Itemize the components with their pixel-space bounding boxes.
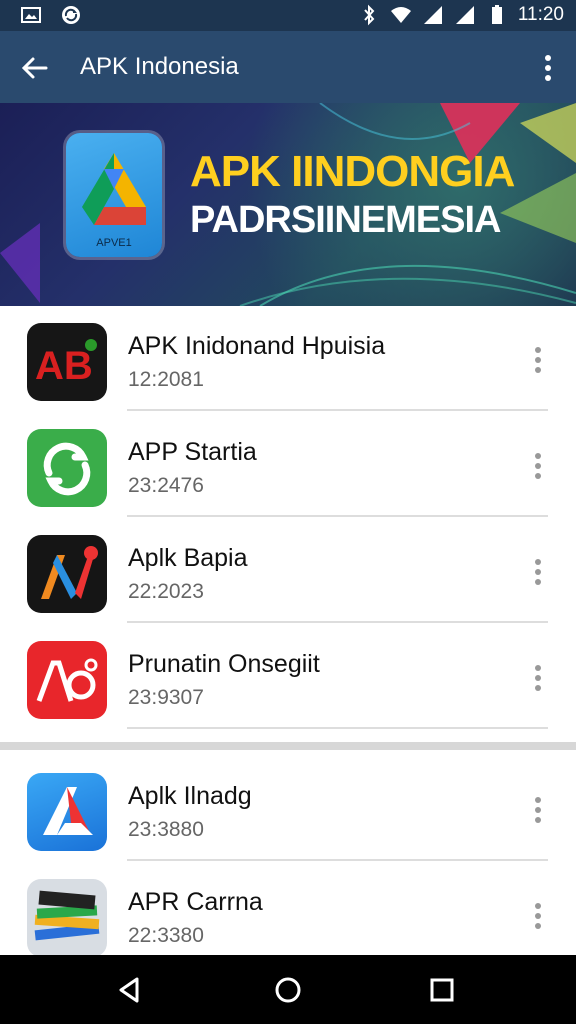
status-bar: 11:20 xyxy=(0,0,576,31)
list-item[interactable]: Prunatin Onsegiit 23:9307 xyxy=(0,624,576,729)
divider xyxy=(127,859,548,861)
bluetooth-icon xyxy=(364,4,375,26)
image-notification-icon xyxy=(21,7,41,23)
app-meta: 22:3380 xyxy=(128,924,204,947)
banner-headline: APK IINDONGIA xyxy=(190,147,515,196)
page-title: APK Indonesia xyxy=(80,53,239,80)
signal-2-icon xyxy=(455,6,474,24)
red-ao-icon xyxy=(27,641,107,719)
item-menu-icon[interactable] xyxy=(532,452,544,480)
ab-red-icon: AB xyxy=(27,323,107,401)
divider xyxy=(127,515,548,517)
sync-notification-icon xyxy=(62,6,80,24)
banner-app-icon: APVE1 xyxy=(66,133,162,257)
book-stack-icon xyxy=(27,879,107,957)
app-name: Aplk Bapia xyxy=(128,544,248,572)
clock: 11:20 xyxy=(517,4,564,25)
system-nav-bar xyxy=(0,955,576,1024)
list-item[interactable]: Aplk Bapia 22:2023 xyxy=(0,518,576,623)
colorful-n-icon xyxy=(27,535,107,613)
list-item[interactable]: Aplk Ilnadg 23:3880 xyxy=(0,756,576,861)
app-meta: 22:2023 xyxy=(128,580,204,603)
blue-a-icon xyxy=(27,773,107,851)
divider xyxy=(127,409,548,411)
banner-icon-label: APVE1 xyxy=(96,237,132,249)
item-menu-icon[interactable] xyxy=(532,664,544,692)
app-meta: 23:9307 xyxy=(128,686,204,709)
wifi-icon xyxy=(390,7,411,23)
app-name: APR Carrna xyxy=(128,888,263,916)
item-menu-icon[interactable] xyxy=(532,346,544,374)
list-item[interactable]: APR Carrna 22:3380 xyxy=(0,862,576,967)
nav-recents-icon[interactable] xyxy=(425,973,459,1007)
nav-back-icon[interactable] xyxy=(113,973,147,1007)
item-menu-icon[interactable] xyxy=(532,558,544,586)
app-meta: 23:3880 xyxy=(128,818,204,841)
back-arrow-icon[interactable] xyxy=(18,51,52,85)
overflow-menu-icon[interactable] xyxy=(538,51,558,85)
app-name: APP Startia xyxy=(128,438,257,466)
app-name: APK Inidonand Hpuisia xyxy=(128,332,386,360)
drive-triangle-icon xyxy=(82,153,146,225)
divider xyxy=(127,727,548,729)
item-menu-icon[interactable] xyxy=(532,796,544,824)
app-bar: APK Indonesia xyxy=(0,31,576,103)
svg-text:AB: AB xyxy=(35,344,93,388)
list-item[interactable]: APP Startia 23:2476 xyxy=(0,412,576,517)
banner-subheadline: PADRSIINEMESIA xyxy=(190,199,501,241)
list-item[interactable]: AB APK Inidonand Hpuisia 12:2081 xyxy=(0,306,576,411)
app-meta: 23:2476 xyxy=(128,474,204,497)
nav-home-icon[interactable] xyxy=(271,973,305,1007)
app-name: Prunatin Onsegiit xyxy=(128,650,320,678)
divider xyxy=(127,621,548,623)
green-refresh-icon xyxy=(27,429,107,507)
app-name: Aplk Ilnadg xyxy=(128,782,252,810)
section-separator xyxy=(0,742,576,750)
battery-icon xyxy=(491,5,502,24)
signal-icon xyxy=(423,6,442,24)
app-meta: 12:2081 xyxy=(128,368,204,391)
item-menu-icon[interactable] xyxy=(532,902,544,930)
hero-banner[interactable]: APVE1 APK IINDONGIA PADRSIINEMESIA xyxy=(0,103,576,306)
